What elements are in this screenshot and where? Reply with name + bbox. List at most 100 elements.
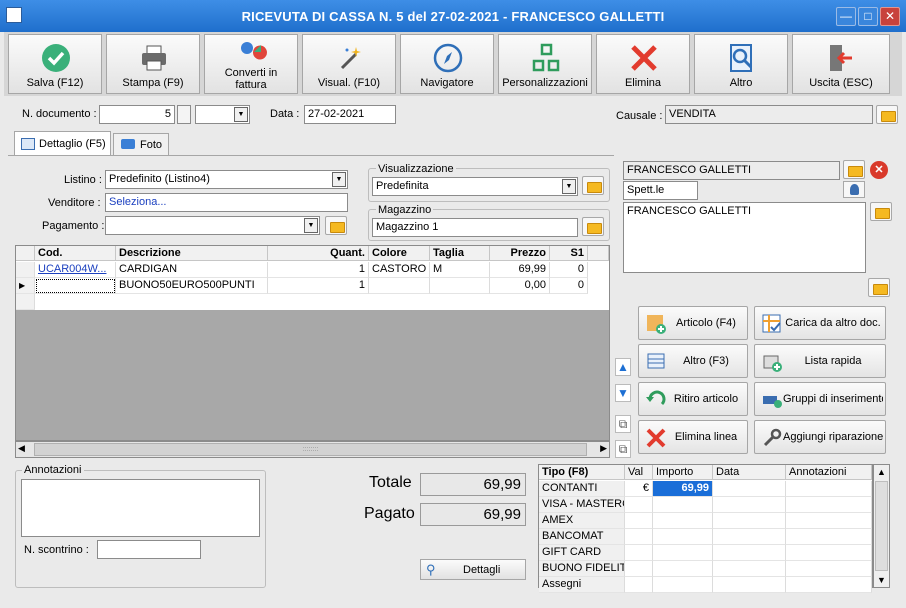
payment-row-cell[interactable] bbox=[625, 513, 653, 529]
col-prezzo[interactable]: Prezzo bbox=[490, 246, 550, 261]
payment-row-cell[interactable] bbox=[653, 529, 713, 545]
table-row-cell[interactable] bbox=[35, 278, 116, 294]
payment-row-cell[interactable] bbox=[625, 497, 653, 513]
remove-customer-icon[interactable]: ✕ bbox=[870, 161, 888, 179]
salutation-field[interactable]: Spett.le bbox=[623, 181, 698, 200]
table-row-cell[interactable]: BUONO50EURO500PUNTI bbox=[116, 278, 268, 294]
navigatore-button[interactable]: Navigatore bbox=[400, 34, 494, 94]
gruppi-button[interactable]: Gruppi di inserimento bbox=[754, 382, 886, 416]
payment-row-cell[interactable] bbox=[713, 577, 786, 593]
payment-row-cell[interactable] bbox=[653, 513, 713, 529]
scroll-thumb[interactable] bbox=[875, 481, 888, 571]
doc-number-field[interactable]: 5 bbox=[99, 105, 175, 124]
articolo-button[interactable]: Articolo (F4) bbox=[638, 306, 748, 340]
move-down-icon[interactable]: ▼ bbox=[615, 384, 631, 402]
stampa-button[interactable]: Stampa (F9) bbox=[106, 34, 200, 94]
payment-row-cell[interactable] bbox=[786, 529, 872, 545]
table-row-cell[interactable]: CASTORO bbox=[369, 262, 430, 278]
dettagli-button[interactable]: ⚲ Dettagli bbox=[420, 559, 526, 580]
annotazioni-field[interactable] bbox=[21, 479, 260, 537]
paste-row-icon[interactable]: ⧉ bbox=[615, 440, 631, 458]
payment-row-cell[interactable] bbox=[786, 497, 872, 513]
table-row-cell[interactable] bbox=[430, 278, 490, 294]
venditore-field[interactable]: Seleziona... bbox=[105, 193, 348, 212]
payment-row-cell[interactable] bbox=[653, 577, 713, 593]
doc-series-select[interactable]: ▼ bbox=[195, 105, 250, 124]
payment-row-cell[interactable] bbox=[625, 577, 653, 593]
grid-hscrollbar[interactable]: ◀ :::::::: ▶ bbox=[15, 441, 610, 458]
pay-col-annotazioni[interactable]: Annotazioni bbox=[786, 465, 872, 480]
payments-vscrollbar[interactable]: ▲ ▼ bbox=[873, 464, 890, 588]
carica-button[interactable]: Carica da altro doc. bbox=[754, 306, 886, 340]
payment-row-cell[interactable] bbox=[713, 497, 786, 513]
table-row-cell[interactable]: 69,99 bbox=[490, 262, 550, 278]
customer-folder-icon[interactable] bbox=[843, 160, 865, 179]
payment-row-cell[interactable] bbox=[713, 561, 786, 577]
date-field[interactable]: 27-02-2021 bbox=[304, 105, 396, 124]
lista-rapida-button[interactable]: Lista rapida bbox=[754, 344, 886, 378]
aggiungi-riparazione-button[interactable]: Aggiungi riparazione bbox=[754, 420, 886, 454]
copy-row-icon[interactable]: ⧉ bbox=[615, 415, 631, 433]
scroll-left-icon[interactable]: ◀ bbox=[18, 443, 25, 454]
payment-row-cell[interactable] bbox=[786, 561, 872, 577]
payment-row-cell[interactable]: GIFT CARD bbox=[539, 545, 625, 561]
payment-row-cell[interactable] bbox=[653, 497, 713, 513]
pagamento-folder-icon[interactable] bbox=[325, 216, 347, 235]
payment-row-cell[interactable] bbox=[786, 513, 872, 529]
current-row-arrow-icon[interactable]: ▶ bbox=[16, 278, 35, 294]
uscita-button[interactable]: Uscita (ESC) bbox=[792, 34, 890, 94]
col-quant[interactable]: Quant. bbox=[268, 246, 369, 261]
table-row-cell[interactable]: CARDIGAN bbox=[116, 262, 268, 278]
col-cod[interactable]: Cod. bbox=[35, 246, 116, 261]
pay-col-tipo[interactable]: Tipo (F8) bbox=[539, 465, 625, 480]
table-row-cell[interactable]: M bbox=[430, 262, 490, 278]
payment-row-cell[interactable]: BUONO FIDELITY bbox=[539, 561, 625, 577]
table-row-cell[interactable]: 0 bbox=[550, 262, 588, 278]
row-indicator[interactable] bbox=[16, 262, 35, 278]
address-folder-icon[interactable] bbox=[870, 202, 892, 221]
payment-row-cell[interactable]: 69,99 bbox=[653, 481, 713, 497]
pagamento-select[interactable]: ▼ bbox=[105, 216, 320, 235]
personalizzazioni-button[interactable]: Personalizzazioni bbox=[498, 34, 592, 94]
extra-folder-icon[interactable] bbox=[868, 278, 890, 297]
payment-row-cell[interactable] bbox=[625, 545, 653, 561]
visualizzazione-folder-icon[interactable] bbox=[582, 176, 604, 195]
scroll-right-icon[interactable]: ▶ bbox=[600, 443, 607, 454]
ritiro-button[interactable]: Ritiro articolo bbox=[638, 382, 748, 416]
col-descrizione[interactable]: Descrizione bbox=[116, 246, 268, 261]
visual-button[interactable]: Visual. (F10) bbox=[302, 34, 396, 94]
table-row-cell[interactable]: 0 bbox=[550, 278, 588, 294]
col-colore[interactable]: Colore bbox=[369, 246, 430, 261]
listino-select[interactable]: Predefinito (Listino4) ▼ bbox=[105, 170, 348, 189]
pay-col-importo[interactable]: Importo bbox=[653, 465, 713, 480]
magazzino-field[interactable]: Magazzino 1 bbox=[372, 218, 578, 237]
salva-button[interactable]: Salva (F12) bbox=[8, 34, 102, 94]
tab-dettaglio[interactable]: Dettaglio (F5) bbox=[14, 131, 111, 156]
pay-col-val[interactable]: Val bbox=[625, 465, 653, 480]
move-up-icon[interactable]: ▲ bbox=[615, 358, 631, 376]
altro-f3-button[interactable]: Altro (F3) bbox=[638, 344, 748, 378]
payment-row-cell[interactable] bbox=[713, 481, 786, 497]
payment-row-cell[interactable] bbox=[713, 529, 786, 545]
scroll-down-icon[interactable]: ▼ bbox=[877, 575, 886, 585]
doc-number-spin[interactable] bbox=[177, 105, 191, 124]
magazzino-folder-icon[interactable] bbox=[582, 217, 604, 236]
payment-row-cell[interactable] bbox=[713, 513, 786, 529]
payment-row-cell[interactable]: AMEX bbox=[539, 513, 625, 529]
payment-row-cell[interactable]: BANCOMAT bbox=[539, 529, 625, 545]
pay-col-data[interactable]: Data bbox=[713, 465, 786, 480]
table-row-cell[interactable]: UCAR004W... bbox=[35, 262, 116, 278]
scontrino-field[interactable] bbox=[97, 540, 201, 559]
visualizzazione-select[interactable]: Predefinita ▼ bbox=[372, 177, 578, 196]
minimize-button[interactable]: — bbox=[836, 7, 856, 26]
payment-row-cell[interactable]: € bbox=[625, 481, 653, 497]
payment-row-cell[interactable] bbox=[786, 481, 872, 497]
payment-row-cell[interactable] bbox=[625, 529, 653, 545]
table-row-cell[interactable] bbox=[369, 278, 430, 294]
altro-button[interactable]: Altro bbox=[694, 34, 788, 94]
table-row-cell[interactable]: 1 bbox=[268, 262, 369, 278]
payment-row-cell[interactable]: Assegni bbox=[539, 577, 625, 593]
payment-row-cell[interactable] bbox=[786, 545, 872, 561]
scroll-thumb[interactable]: :::::::: bbox=[34, 443, 587, 456]
col-taglia[interactable]: Taglia bbox=[430, 246, 490, 261]
